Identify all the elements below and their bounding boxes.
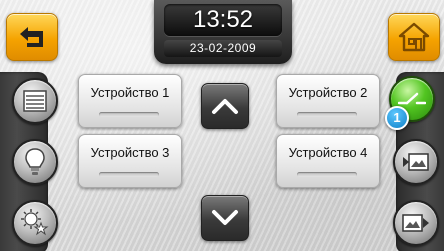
chevron-down-icon: [212, 210, 238, 225]
device-label: Устройство 3: [90, 145, 170, 160]
device-label: Устройство 4: [288, 145, 368, 160]
switch-icon: [398, 92, 426, 105]
selection-count-badge: 1: [385, 106, 409, 130]
device-tile[interactable]: Устройство 3: [78, 134, 182, 188]
device-tile[interactable]: Устройство 1: [78, 74, 182, 128]
device-status-indicator: [297, 112, 357, 117]
home-icon: [398, 22, 430, 52]
chevron-up-icon: [212, 99, 238, 114]
back-button[interactable]: [6, 13, 58, 61]
back-arrow-icon: [20, 27, 43, 47]
clock-time: 13:52: [164, 4, 282, 36]
clock-panel: 13:52 23-02-2009: [154, 0, 292, 64]
device-status-indicator: [99, 112, 159, 117]
control-screen: 13:52 23-02-2009 Устройство 1 Устройство…: [0, 0, 444, 251]
scene-icon: [21, 209, 49, 236]
device-status-indicator: [99, 172, 159, 177]
device-label: Устройство 2: [288, 85, 368, 100]
blinds-icon: [23, 90, 47, 112]
clock-date: 23-02-2009: [164, 40, 282, 57]
screen-forward-button[interactable]: [393, 200, 439, 246]
screen-forward-icon: [402, 214, 429, 232]
scroll-up-button[interactable]: [201, 83, 249, 129]
home-button[interactable]: [388, 13, 440, 61]
lighting-category-button[interactable]: [12, 139, 58, 185]
blinds-category-button[interactable]: [12, 78, 58, 124]
device-tile[interactable]: Устройство 4: [276, 134, 380, 188]
light-bulb-icon: [25, 148, 45, 175]
device-label: Устройство 1: [90, 85, 170, 100]
projector-screen-icon: [403, 153, 429, 171]
device-status-indicator: [297, 172, 357, 177]
device-tile[interactable]: Устройство 2: [276, 74, 380, 128]
scroll-down-button[interactable]: [201, 195, 249, 241]
scenes-category-button[interactable]: [12, 200, 58, 246]
screen-control-button[interactable]: [393, 139, 439, 185]
